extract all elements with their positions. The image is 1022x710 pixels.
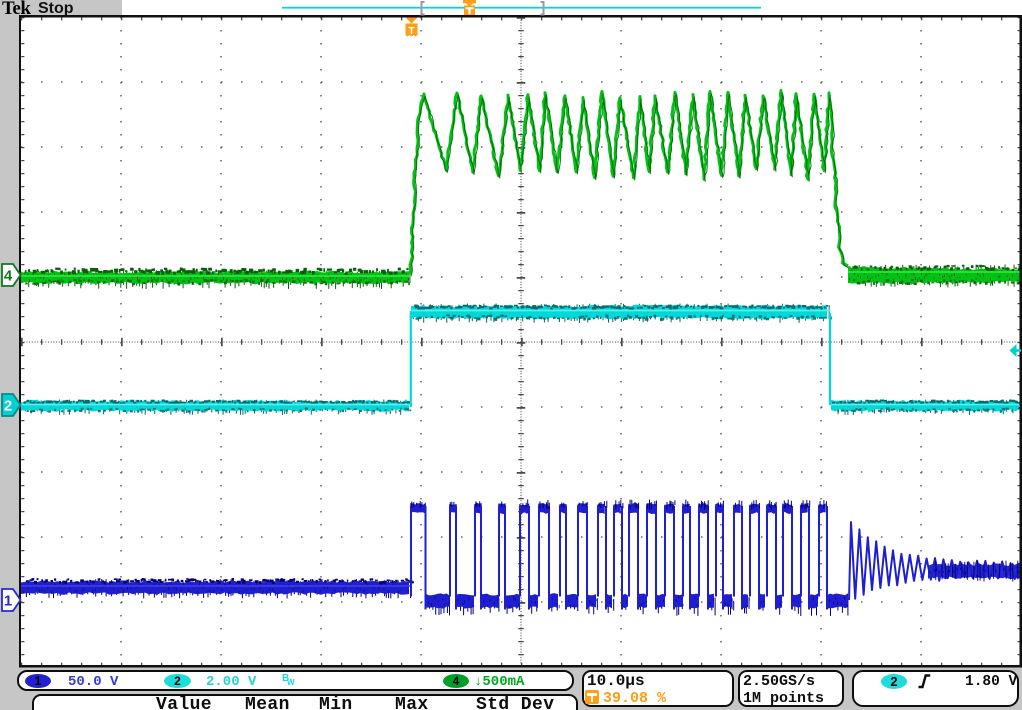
svg-text:T: T bbox=[408, 25, 415, 37]
svg-text:4: 4 bbox=[4, 268, 13, 285]
svg-text:2: 2 bbox=[4, 398, 12, 415]
svg-text:1: 1 bbox=[4, 593, 12, 610]
